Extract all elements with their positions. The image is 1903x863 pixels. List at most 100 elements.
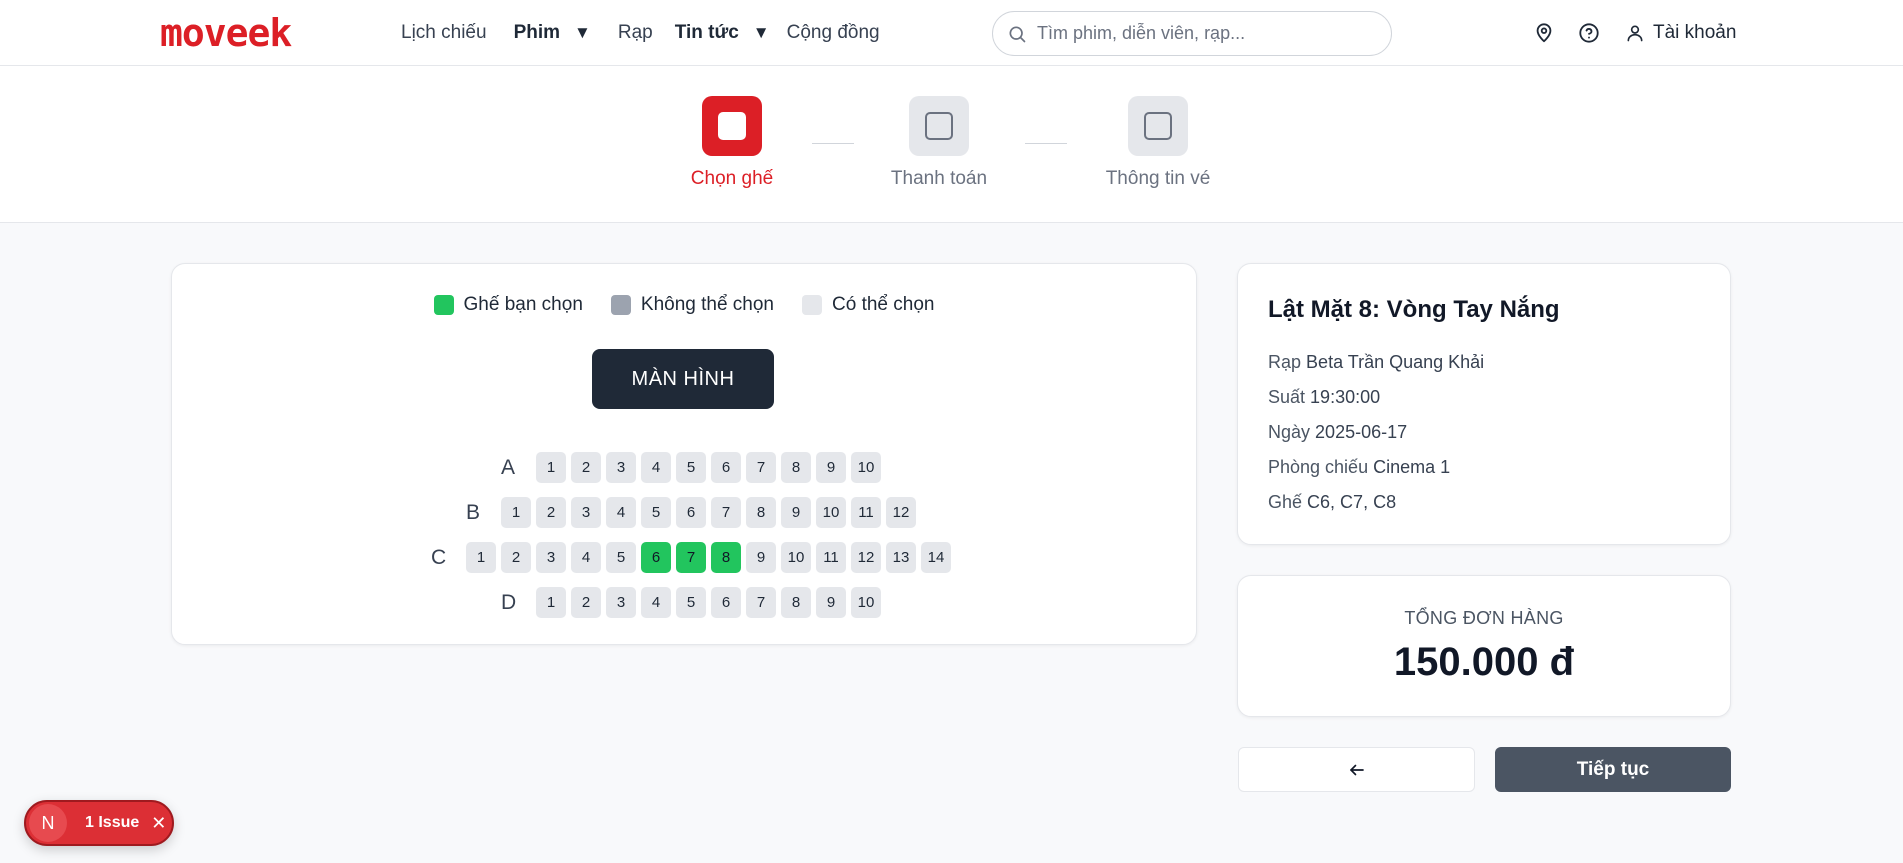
- caret-down-icon: ▼: [574, 23, 591, 42]
- seat-b11[interactable]: 11: [851, 497, 881, 528]
- square-icon: [925, 112, 953, 140]
- seat-d10[interactable]: 10: [851, 587, 881, 618]
- seat-b8[interactable]: 8: [746, 497, 776, 528]
- booking-stepper: Chọn ghế Thanh toán Thông tin vé: [0, 66, 1903, 223]
- help-circle-icon[interactable]: [1578, 22, 1600, 44]
- nextjs-logo-icon: N: [29, 804, 67, 842]
- seat-row-b: B 1 2 3 4 5 6 7 8 9 10 11 12: [466, 497, 921, 528]
- search-bar[interactable]: [992, 11, 1392, 56]
- seat-c14[interactable]: 14: [921, 542, 951, 573]
- seat-b5[interactable]: 5: [641, 497, 671, 528]
- date-label: Ngày: [1268, 422, 1311, 442]
- close-icon[interactable]: ✕: [151, 813, 166, 834]
- seat-row-d: D 1 2 3 4 5 6 7 8 9 10: [501, 587, 886, 618]
- row-label: B: [466, 500, 481, 524]
- total-label: TỔNG ĐƠN HÀNG: [1404, 608, 1564, 628]
- date-value: 2025-06-17: [1315, 422, 1408, 442]
- seat-c7[interactable]: 7: [676, 542, 706, 573]
- user-icon: [1627, 25, 1643, 42]
- moveek-logo[interactable]: moveek: [160, 12, 292, 54]
- legend-label: Không thể chọn: [640, 294, 775, 315]
- step-select-seat[interactable]: Chọn ghế: [652, 96, 812, 190]
- seat-c4[interactable]: 4: [571, 542, 601, 573]
- seat-a8[interactable]: 8: [781, 452, 811, 483]
- arrow-left-icon: [1349, 764, 1364, 775]
- dev-issues-badge[interactable]: N 1 Issue ✕: [24, 800, 174, 846]
- search-input[interactable]: [1037, 23, 1367, 44]
- legend-available: Có thể chọn: [802, 294, 934, 316]
- step-indicator: [909, 96, 969, 156]
- seat-d6[interactable]: 6: [711, 587, 741, 618]
- seat-c11[interactable]: 11: [816, 542, 846, 573]
- seat-a9[interactable]: 9: [816, 452, 846, 483]
- seat-c3[interactable]: 3: [536, 542, 566, 573]
- main-nav: Lịch chiếu Phim ▼ Rạp Tin tức ▼ Cộng đồn…: [401, 0, 880, 66]
- seat-b2[interactable]: 2: [536, 497, 566, 528]
- step-payment[interactable]: Thanh toán: [859, 96, 1019, 190]
- booking-info-card: Lật Mặt 8: Vòng Tay Nắng Rạp Beta Trần Q…: [1237, 263, 1731, 545]
- seat-a7[interactable]: 7: [746, 452, 776, 483]
- seat-d7[interactable]: 7: [746, 587, 776, 618]
- step-connector: [1025, 143, 1067, 144]
- seat-a1[interactable]: 1: [536, 452, 566, 483]
- seat-c10[interactable]: 10: [781, 542, 811, 573]
- seat-c12[interactable]: 12: [851, 542, 881, 573]
- seat-b12[interactable]: 12: [886, 497, 916, 528]
- seat-a4[interactable]: 4: [641, 452, 671, 483]
- seat-b7[interactable]: 7: [711, 497, 741, 528]
- seat-b9[interactable]: 9: [781, 497, 811, 528]
- legend-label: Ghế bạn chọn: [463, 294, 583, 315]
- caret-down-icon: ▼: [752, 23, 770, 42]
- location-pin-icon[interactable]: [1533, 22, 1555, 44]
- nav-movies[interactable]: Phim ▼: [514, 22, 591, 44]
- seat-d1[interactable]: 1: [536, 587, 566, 618]
- seat-a6[interactable]: 6: [711, 452, 741, 483]
- seat-a3[interactable]: 3: [606, 452, 636, 483]
- row-label: A: [501, 455, 516, 479]
- seat-d9[interactable]: 9: [816, 587, 846, 618]
- seat-c1[interactable]: 1: [466, 542, 496, 573]
- issue-count: 1 Issue: [85, 814, 140, 831]
- seat-d2[interactable]: 2: [571, 587, 601, 618]
- showtime-label: Suất: [1268, 387, 1306, 407]
- seat-c5[interactable]: 5: [606, 542, 636, 573]
- seat-c9[interactable]: 9: [746, 542, 776, 573]
- continue-button[interactable]: Tiếp tục: [1495, 747, 1731, 792]
- room-info: Phòng chiếu Cinema 1: [1268, 457, 1450, 478]
- total-value: 150.000 đ: [1393, 640, 1575, 684]
- cinema-screen: MÀN HÌNH: [592, 349, 774, 409]
- nav-news[interactable]: Tin tức ▼: [675, 22, 770, 44]
- seat-c2[interactable]: 2: [501, 542, 531, 573]
- seat-c8[interactable]: 8: [711, 542, 741, 573]
- seat-c6[interactable]: 6: [641, 542, 671, 573]
- seat-b6[interactable]: 6: [676, 497, 706, 528]
- seat-b10[interactable]: 10: [816, 497, 846, 528]
- seat-a5[interactable]: 5: [676, 452, 706, 483]
- seat-d8[interactable]: 8: [781, 587, 811, 618]
- nav-cinemas[interactable]: Rạp: [618, 22, 653, 44]
- seats-value: C6, C7, C8: [1307, 492, 1397, 512]
- seat-a2[interactable]: 2: [571, 452, 601, 483]
- seat-map-card: Ghế bạn chọn Không thể chọn Có thể chọn …: [171, 263, 1197, 645]
- seats-label: Ghế: [1268, 492, 1303, 512]
- seat-d4[interactable]: 4: [641, 587, 671, 618]
- search-icon: [1009, 26, 1026, 42]
- step-indicator: [1128, 96, 1188, 156]
- seat-b3[interactable]: 3: [571, 497, 601, 528]
- seat-b4[interactable]: 4: [606, 497, 636, 528]
- seat-b1[interactable]: 1: [501, 497, 531, 528]
- cinema-info: Rạp Beta Trần Quang Khải: [1268, 352, 1484, 373]
- seat-c13[interactable]: 13: [886, 542, 916, 573]
- account-menu[interactable]: Tài khoản: [1625, 0, 1736, 66]
- nav-community[interactable]: Cộng đồng: [787, 22, 880, 44]
- seat-d5[interactable]: 5: [676, 587, 706, 618]
- step-label: Chọn ghế: [690, 168, 774, 189]
- seat-d3[interactable]: 3: [606, 587, 636, 618]
- nav-showtimes[interactable]: Lịch chiếu: [401, 22, 487, 44]
- step-indicator: [702, 96, 762, 156]
- back-button[interactable]: [1238, 747, 1475, 792]
- step-ticket-info[interactable]: Thông tin vé: [1078, 96, 1238, 190]
- cinema-value: Beta Trần Quang Khải: [1306, 352, 1485, 372]
- seat-a10[interactable]: 10: [851, 452, 881, 483]
- seats-info: Ghế C6, C7, C8: [1268, 492, 1396, 513]
